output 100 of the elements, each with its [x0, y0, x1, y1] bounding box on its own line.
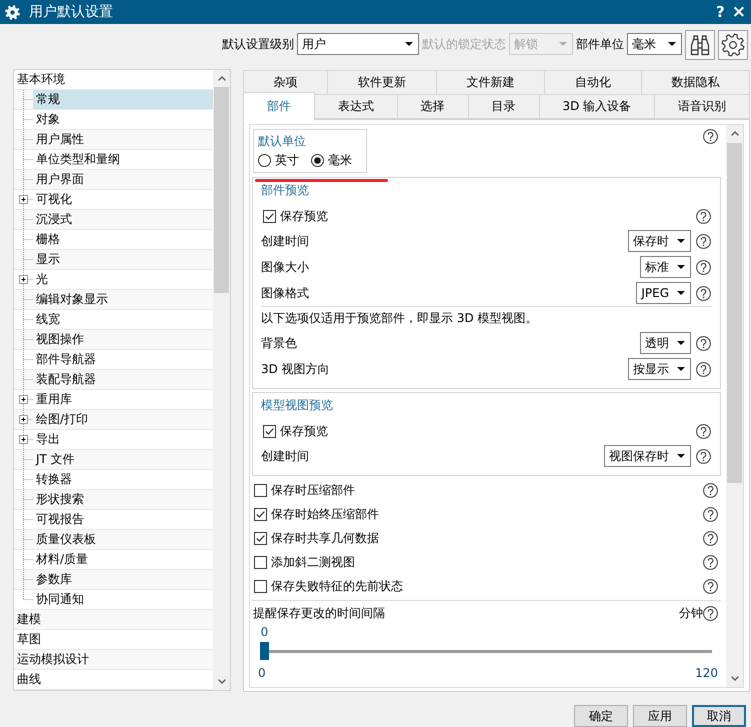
tree-item[interactable]: 建模 [14, 610, 213, 630]
gear-icon[interactable] [5, 4, 20, 20]
tree-item[interactable]: 部件导航器 [14, 350, 213, 370]
tree-item[interactable]: 绘图/打印 [14, 410, 213, 430]
dropdown[interactable]: JPEG [636, 282, 691, 304]
help-icon[interactable] [696, 208, 711, 224]
tree-item[interactable]: 可视报告 [14, 510, 213, 530]
scrollbar[interactable] [213, 70, 230, 690]
caret-down-icon [405, 42, 413, 46]
tree-item[interactable]: 线宽 [14, 310, 213, 330]
dialog-button[interactable]: 确定 [574, 705, 628, 727]
scrollbar[interactable] [726, 125, 743, 687]
field-label: 默认设置级别 [222, 36, 294, 53]
tree-item[interactable]: 运动模拟设计 [14, 650, 213, 670]
scrollbar-thumb[interactable] [727, 143, 742, 483]
caret-down-icon [677, 454, 685, 458]
radio-button[interactable] [258, 154, 271, 166]
help-icon[interactable] [703, 506, 718, 522]
dropdown[interactable]: 毫米 [627, 33, 682, 55]
tree-item[interactable]: 编辑对象显示 [14, 290, 213, 310]
note-text: 以下选项仅适用于预览部件，即显示 3D 模型视图。 [261, 310, 539, 327]
plus-icon[interactable] [19, 275, 28, 284]
tree-item[interactable]: 可视化 [14, 190, 213, 210]
help-icon[interactable] [696, 424, 711, 438]
tree-item[interactable]: 材料/质量 [14, 550, 213, 570]
help-icon[interactable] [696, 336, 711, 350]
scrollbar-thumb[interactable] [214, 87, 229, 293]
tree-item[interactable]: 显示 [14, 250, 213, 270]
help-icon[interactable] [696, 260, 711, 274]
tree-item[interactable]: 导出 [14, 430, 213, 450]
help-button[interactable]: ? [715, 2, 726, 22]
chevron-down-icon[interactable] [730, 676, 738, 681]
dialog-button[interactable]: 应用 [633, 705, 687, 727]
chevron-up-icon[interactable] [218, 76, 226, 81]
tab[interactable]: 数据隐私 [640, 70, 750, 95]
tab[interactable]: 部件 [243, 92, 315, 121]
caret-down-icon [677, 291, 685, 295]
help-icon[interactable] [696, 234, 711, 248]
tree-item[interactable]: 协同通知 [14, 590, 213, 610]
chevron-up-icon[interactable] [730, 131, 738, 136]
tree-item[interactable]: 视图操作 [14, 330, 213, 350]
dropdown[interactable]: 视图保存时 [604, 445, 691, 467]
help-icon[interactable] [703, 530, 718, 546]
plus-icon[interactable] [19, 395, 28, 404]
tree-item[interactable]: 装配导航器 [14, 370, 213, 390]
tree-item[interactable]: JT 文件 [14, 450, 213, 470]
plus-icon[interactable] [19, 195, 28, 204]
checkbox-label: 保存时始终压缩部件 [271, 506, 379, 522]
dialog-button[interactable]: 取消 [692, 705, 746, 727]
tree-item[interactable]: 重用库 [14, 390, 213, 410]
find-button[interactable] [685, 30, 715, 60]
plus-icon[interactable] [19, 415, 28, 424]
tree-line [23, 90, 33, 109]
field-label: 3D 视图方向 [261, 360, 330, 378]
group-title: 部件预览 [261, 182, 310, 198]
help-icon[interactable] [703, 554, 718, 570]
slider-thumb[interactable] [260, 642, 269, 660]
tree-item[interactable]: 用户界面 [14, 170, 213, 190]
tree-item[interactable]: 对象 [14, 110, 213, 130]
checkbox-label: 保存时压缩部件 [271, 482, 355, 498]
dropdown[interactable]: 按显示 [628, 358, 691, 380]
help-icon[interactable] [696, 362, 711, 376]
chevron-down-icon[interactable] [218, 679, 226, 684]
tree-item[interactable]: 基本环境 [14, 70, 213, 90]
plus-icon[interactable] [19, 435, 28, 444]
dropdown[interactable]: 用户 [297, 33, 419, 55]
tree-item[interactable]: 用户属性 [14, 130, 213, 150]
tree-item[interactable]: 沉浸式 [14, 210, 213, 230]
tab[interactable]: 语音识别 [654, 94, 750, 119]
tree-item[interactable]: 草图 [14, 630, 213, 650]
dropdown[interactable]: 透明 [640, 332, 691, 354]
tree-item[interactable]: 形状搜索 [14, 490, 213, 510]
checkbox[interactable] [263, 424, 276, 438]
help-icon[interactable] [696, 286, 711, 300]
tree-item[interactable]: 单位类型和量纲 [14, 150, 213, 170]
tree-item[interactable]: 栅格 [14, 230, 213, 250]
tree-item[interactable]: 光 [14, 270, 213, 290]
tree-item[interactable]: 参数库 [14, 570, 213, 590]
tree-item[interactable]: 常规 [14, 90, 213, 110]
help-icon[interactable] [703, 606, 718, 620]
settings-button[interactable] [718, 30, 748, 60]
checkbox[interactable] [254, 556, 267, 568]
slider-min-label: 0 [258, 666, 266, 680]
checkbox[interactable] [254, 580, 267, 592]
help-icon[interactable] [703, 129, 718, 144]
checkbox[interactable] [254, 532, 267, 544]
checkbox[interactable] [254, 508, 267, 520]
tree-item[interactable]: 质量仪表板 [14, 530, 213, 550]
help-icon[interactable] [703, 578, 718, 594]
close-button[interactable]: × [730, 2, 747, 22]
tree-item[interactable]: 曲线 [14, 670, 213, 690]
dropdown[interactable]: 标准 [640, 256, 691, 278]
tree-item[interactable]: 转换器 [14, 470, 213, 490]
checkbox[interactable] [254, 484, 267, 496]
dropdown[interactable]: 保存时 [628, 230, 691, 252]
checkbox[interactable] [263, 210, 276, 222]
help-icon[interactable] [696, 448, 711, 464]
help-icon[interactable] [703, 482, 718, 498]
radio-button[interactable] [311, 154, 324, 166]
field-label: 背景色 [261, 334, 297, 352]
